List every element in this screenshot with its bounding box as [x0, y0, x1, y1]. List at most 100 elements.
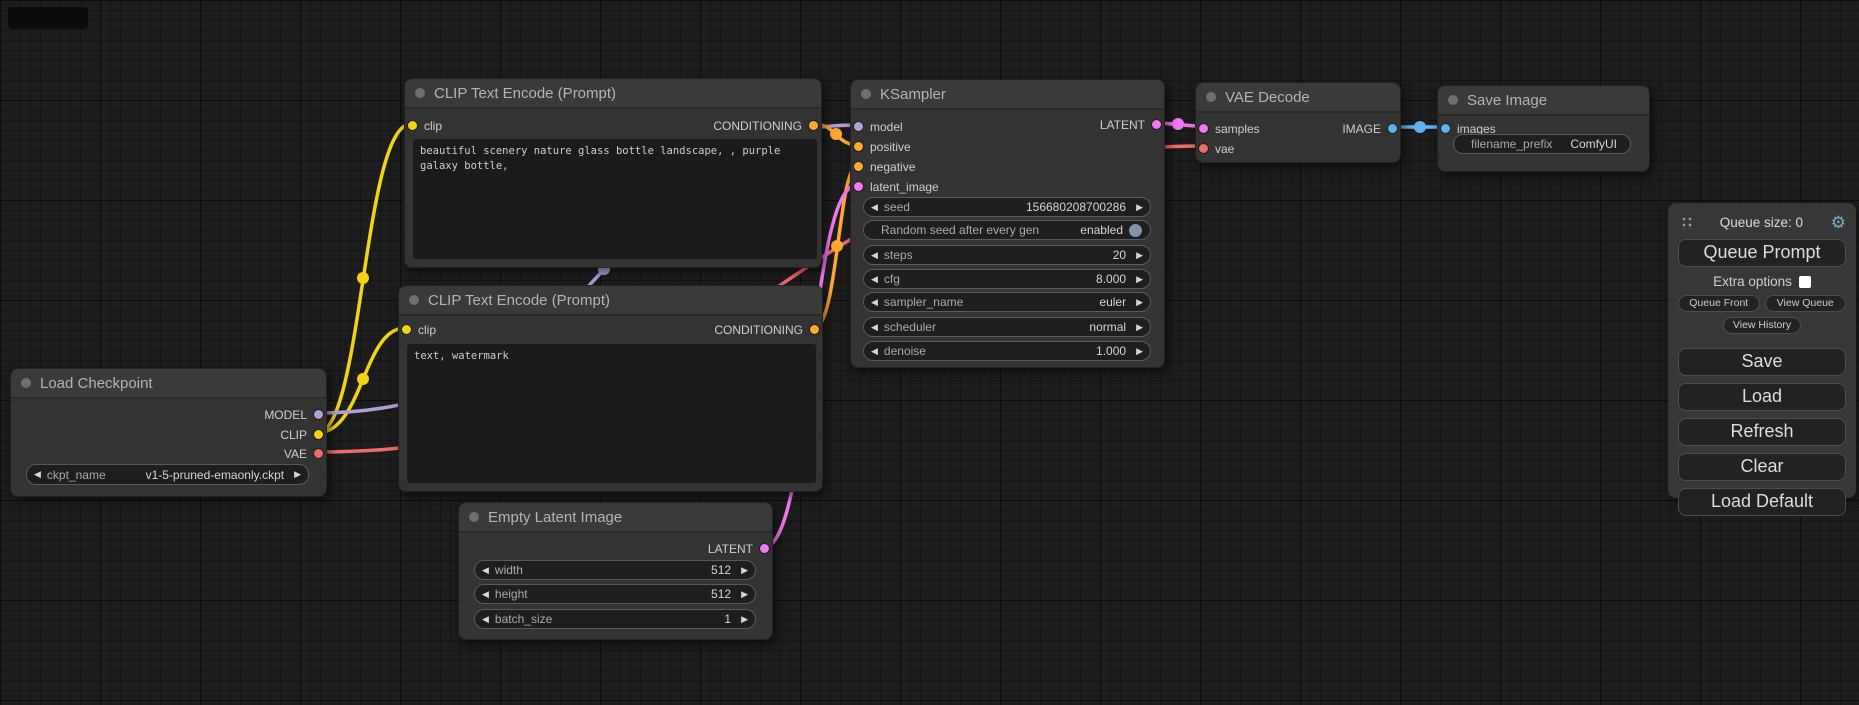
load-button[interactable]: Load	[1678, 383, 1846, 411]
view-queue-button[interactable]: View Queue	[1765, 295, 1847, 312]
comfyui-canvas[interactable]: { "colors": { "clip_wire": "#f2d414", "m…	[0, 0, 1859, 705]
latent-port-icon[interactable]	[1199, 124, 1208, 133]
vae-port-icon[interactable]	[314, 449, 323, 458]
clear-button[interactable]: Clear	[1678, 453, 1846, 481]
settings-gear-icon[interactable]	[1831, 214, 1846, 231]
collapse-dot-icon[interactable]	[469, 512, 479, 522]
denoise-widget[interactable]: denoise 1.000	[863, 341, 1151, 361]
queue-prompt-button[interactable]: Queue Prompt	[1678, 239, 1846, 267]
conditioning-port-icon[interactable]	[810, 325, 819, 334]
panel-drag-handle-icon[interactable]	[1680, 215, 1692, 230]
input-negative[interactable]: negative	[854, 159, 915, 174]
save-button[interactable]: Save	[1678, 348, 1846, 376]
height-widget[interactable]: height 512	[474, 584, 756, 604]
decrement-arrow-icon[interactable]	[871, 347, 878, 356]
increment-arrow-icon[interactable]	[1136, 323, 1143, 332]
random-seed-toggle-widget[interactable]: Random seed after every gen enabled	[863, 220, 1151, 240]
decrement-arrow-icon[interactable]	[871, 323, 878, 332]
image-port-icon[interactable]	[1388, 124, 1397, 133]
node-title-bar[interactable]: Save Image	[1438, 86, 1649, 116]
sampler-name-widget[interactable]: sampler_name euler	[863, 292, 1151, 312]
filename-prefix-widget[interactable]: filename_prefix ComfyUI	[1453, 134, 1631, 154]
collapse-dot-icon[interactable]	[861, 89, 871, 99]
decrement-arrow-icon[interactable]	[482, 566, 489, 575]
collapse-dot-icon[interactable]	[415, 88, 425, 98]
model-port-icon[interactable]	[314, 410, 323, 419]
input-model[interactable]: model	[854, 119, 903, 134]
node-clip-text-encode-positive[interactable]: CLIP Text Encode (Prompt) clip CONDITION…	[404, 78, 822, 268]
toggle-enabled-icon[interactable]	[1129, 224, 1142, 237]
node-title-bar[interactable]: VAE Decode	[1196, 83, 1400, 113]
clip-port-icon[interactable]	[402, 325, 411, 334]
latent-port-icon[interactable]	[1152, 120, 1161, 129]
batch-size-widget[interactable]: batch_size 1	[474, 609, 756, 629]
clip-port-icon[interactable]	[408, 121, 417, 130]
view-history-button[interactable]: View History	[1723, 317, 1801, 334]
input-vae[interactable]: vae	[1199, 141, 1234, 156]
increment-arrow-icon[interactable]	[1136, 298, 1143, 307]
input-samples[interactable]: samples	[1199, 121, 1260, 136]
increment-arrow-icon[interactable]	[1136, 275, 1143, 284]
decrement-arrow-icon[interactable]	[482, 590, 489, 599]
node-title-bar[interactable]: Load Checkpoint	[11, 369, 326, 399]
output-latent[interactable]: LATENT	[1100, 117, 1161, 132]
clip-port-icon[interactable]	[314, 430, 323, 439]
input-positive[interactable]: positive	[854, 139, 911, 154]
scheduler-widget[interactable]: scheduler normal	[863, 317, 1151, 337]
positive-prompt-textarea[interactable]: beautiful scenery nature glass bottle la…	[413, 139, 817, 259]
increment-arrow-icon[interactable]	[1136, 203, 1143, 212]
collapse-dot-icon[interactable]	[21, 378, 31, 388]
ckpt-name-widget[interactable]: ckpt_name v1-5-pruned-emaonly.ckpt	[26, 464, 309, 485]
increment-arrow-icon[interactable]	[294, 470, 301, 479]
latent-port-icon[interactable]	[760, 544, 769, 553]
conditioning-port-icon[interactable]	[854, 142, 863, 151]
increment-arrow-icon[interactable]	[741, 615, 748, 624]
increment-arrow-icon[interactable]	[741, 566, 748, 575]
conditioning-port-icon[interactable]	[854, 162, 863, 171]
output-vae[interactable]: VAE	[284, 446, 323, 461]
decrement-arrow-icon[interactable]	[871, 298, 878, 307]
conditioning-port-icon[interactable]	[809, 121, 818, 130]
output-image[interactable]: IMAGE	[1342, 121, 1397, 136]
decrement-arrow-icon[interactable]	[871, 251, 878, 260]
collapse-dot-icon[interactable]	[409, 295, 419, 305]
node-vae-decode[interactable]: VAE Decode samples vae IMAGE	[1195, 82, 1401, 163]
node-load-checkpoint[interactable]: Load Checkpoint MODEL CLIP VAE ckpt_name…	[10, 368, 327, 497]
node-clip-text-encode-negative[interactable]: CLIP Text Encode (Prompt) clip CONDITION…	[398, 285, 823, 492]
node-title-bar[interactable]: KSampler	[851, 80, 1164, 110]
increment-arrow-icon[interactable]	[1136, 347, 1143, 356]
decrement-arrow-icon[interactable]	[871, 203, 878, 212]
image-port-icon[interactable]	[1441, 124, 1450, 133]
vae-port-icon[interactable]	[1199, 144, 1208, 153]
queue-front-button[interactable]: Queue Front	[1678, 295, 1760, 312]
node-save-image[interactable]: Save Image images filename_prefix ComfyU…	[1437, 85, 1650, 172]
seed-widget[interactable]: seed 156680208700286	[863, 197, 1151, 217]
decrement-arrow-icon[interactable]	[871, 275, 878, 284]
input-latent-image[interactable]: latent_image	[854, 179, 939, 194]
output-conditioning[interactable]: CONDITIONING	[713, 118, 818, 133]
node-empty-latent-image[interactable]: Empty Latent Image LATENT width 512 heig…	[458, 502, 773, 640]
collapse-dot-icon[interactable]	[1206, 92, 1216, 102]
cfg-widget[interactable]: cfg 8.000	[863, 269, 1151, 289]
negative-prompt-textarea[interactable]: text, watermark	[407, 344, 816, 483]
output-conditioning[interactable]: CONDITIONING	[714, 322, 819, 337]
extra-options-checkbox[interactable]	[1799, 276, 1811, 288]
node-title-bar[interactable]: CLIP Text Encode (Prompt)	[405, 79, 821, 109]
output-latent[interactable]: LATENT	[708, 541, 769, 556]
decrement-arrow-icon[interactable]	[482, 615, 489, 624]
model-port-icon[interactable]	[854, 122, 863, 131]
node-title-bar[interactable]: Empty Latent Image	[459, 503, 772, 533]
increment-arrow-icon[interactable]	[1136, 251, 1143, 260]
output-model[interactable]: MODEL	[264, 407, 323, 422]
load-default-button[interactable]: Load Default	[1678, 488, 1846, 516]
input-clip[interactable]: clip	[408, 118, 442, 133]
refresh-button[interactable]: Refresh	[1678, 418, 1846, 446]
collapse-dot-icon[interactable]	[1448, 95, 1458, 105]
latent-port-icon[interactable]	[854, 182, 863, 191]
input-clip[interactable]: clip	[402, 322, 436, 337]
steps-widget[interactable]: steps 20	[863, 245, 1151, 265]
decrement-arrow-icon[interactable]	[34, 470, 41, 479]
node-ksampler[interactable]: KSampler LATENT model positive negative …	[850, 79, 1165, 368]
increment-arrow-icon[interactable]	[741, 590, 748, 599]
width-widget[interactable]: width 512	[474, 560, 756, 580]
